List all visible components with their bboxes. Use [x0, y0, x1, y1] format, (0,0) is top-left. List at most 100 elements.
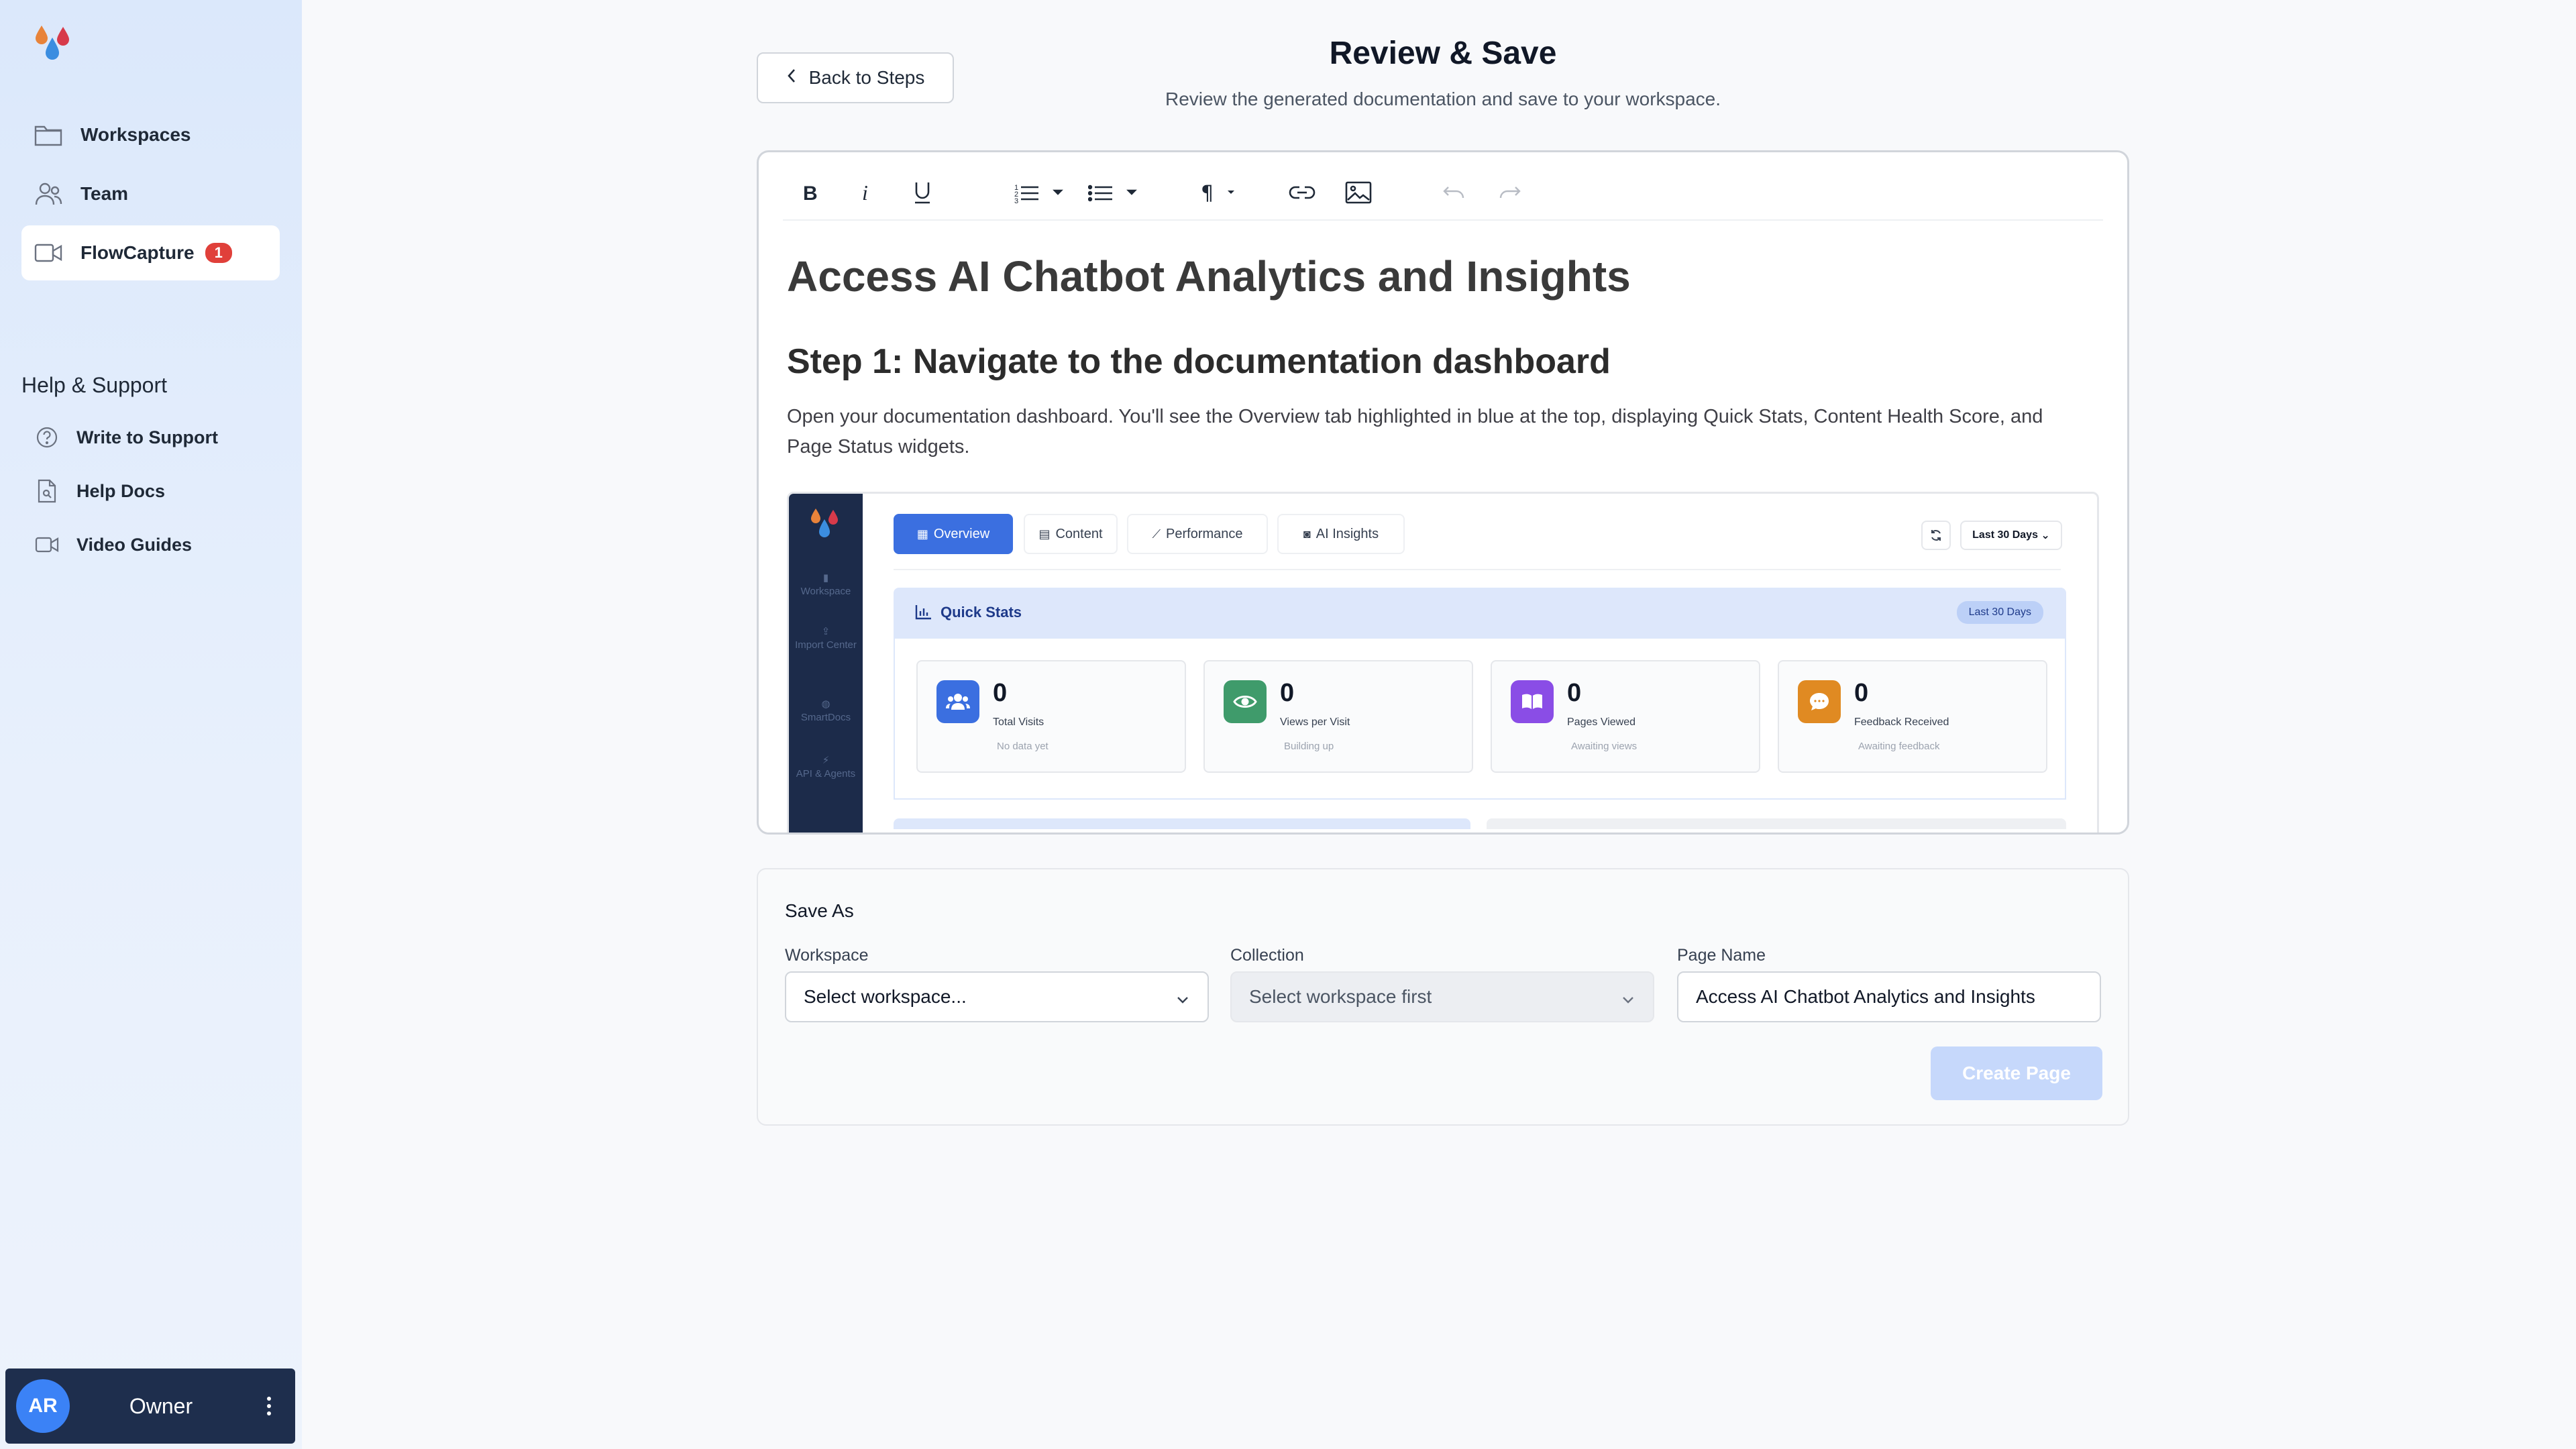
help-section-title: Help & Support	[21, 373, 168, 397]
editor-toolbar: B i 123 ¶	[783, 164, 2103, 221]
stat-label: Feedback Received	[1854, 716, 1949, 728]
undo-icon[interactable]	[1435, 174, 1472, 211]
collection-select-value: Select workspace first	[1249, 986, 1432, 1007]
page-name-input[interactable]: Access AI Chatbot Analytics and Insights	[1677, 971, 2101, 1022]
stat-card-feedback-received: 0 Feedback Received Awaiting feedback	[1778, 660, 2047, 773]
svg-text:B: B	[803, 182, 818, 203]
stat-card-pages-viewed: 0 Pages Viewed Awaiting views	[1491, 660, 1760, 773]
page-subtitle: Review the generated documentation and s…	[1165, 89, 1721, 109]
sidebar: Workspaces Team FlowCapture 1 Help & Sup…	[0, 0, 302, 1449]
quick-stats-header: Quick Stats Last 30 Days	[894, 588, 2066, 639]
notification-badge: 1	[205, 243, 232, 263]
date-range-dropdown: Last 30 Days ⌄	[1960, 521, 2062, 550]
sidebar-item-team[interactable]: Team	[21, 166, 280, 221]
user-profile-bar[interactable]: AR Owner	[5, 1368, 295, 1444]
help-item-label: Write to Support	[76, 427, 218, 447]
svg-text:3: 3	[1014, 197, 1018, 203]
page-name-label: Page Name	[1677, 946, 1766, 965]
bold-icon[interactable]: B	[791, 174, 828, 211]
document-icon: ▤	[1038, 527, 1051, 541]
stat-label: Total Visits	[993, 716, 1044, 728]
sidebar-nav: Workspaces Team FlowCapture 1	[21, 107, 280, 284]
video-guides-link[interactable]: Video Guides	[21, 518, 280, 572]
collection-label: Collection	[1230, 946, 1304, 965]
stat-subtext: Building up	[1284, 741, 1334, 752]
app-logo[interactable]	[32, 23, 79, 66]
sidebar-item-label: Workspaces	[80, 124, 191, 145]
embedded-screenshot[interactable]: ▮ Workspace ⇪ Import Center ◍ SmartDocs ⚡ AP…	[787, 492, 2099, 833]
svg-text:i: i	[862, 182, 868, 203]
chart-icon: ⟋	[1152, 527, 1161, 541]
more-options-icon[interactable]	[252, 1397, 286, 1415]
workspace-select[interactable]: Select workspace...	[785, 971, 1209, 1022]
divider	[894, 569, 2061, 570]
users-icon	[936, 680, 979, 723]
doc-heading-2: Step 1: Navigate to the documentation da…	[787, 342, 1611, 381]
robot-icon: ◙	[1303, 527, 1311, 541]
grid-icon: ▦	[916, 527, 928, 541]
collection-select[interactable]: Select workspace first	[1230, 971, 1654, 1022]
stat-value: 0	[1567, 679, 1582, 707]
screenshot-side-item: ⇪ Import Center	[795, 626, 857, 651]
bar-chart-icon	[915, 604, 932, 623]
question-circle-icon	[34, 424, 60, 451]
doc-heading-1: Access AI Chatbot Analytics and Insights	[787, 252, 1631, 301]
save-as-title: Save As	[785, 900, 854, 921]
sidebar-item-workspaces[interactable]: Workspaces	[21, 107, 280, 162]
link-icon[interactable]	[1283, 174, 1321, 211]
redo-icon[interactable]	[1491, 174, 1529, 211]
avatar: AR	[16, 1379, 70, 1433]
underline-icon[interactable]	[904, 174, 941, 211]
eye-icon	[1224, 680, 1267, 723]
document-content[interactable]: Access AI Chatbot Analytics and Insights…	[787, 246, 2099, 462]
tab-ai-insights: ◙ AI Insights	[1277, 514, 1405, 554]
paragraph-icon[interactable]: ¶	[1199, 174, 1246, 211]
quick-stats-badge: Last 30 Days	[1956, 601, 2043, 624]
help-item-label: Video Guides	[76, 534, 193, 555]
sidebar-item-label: FlowCapture	[80, 242, 195, 263]
tab-overview: ▦ Overview	[894, 514, 1013, 554]
users-icon	[34, 179, 63, 209]
workspace-select-value: Select workspace...	[804, 986, 967, 1007]
video-icon	[34, 531, 60, 558]
app-logo	[811, 508, 838, 537]
image-icon[interactable]	[1340, 174, 1377, 211]
bullet-list-icon[interactable]	[1085, 174, 1145, 211]
rich-text-editor[interactable]: B i 123 ¶ Access AI Chatbot Analytics an…	[757, 150, 2129, 835]
stat-subtext: Awaiting feedback	[1858, 741, 1940, 752]
stat-card-total-visits: 0 Total Visits No data yet	[916, 660, 1186, 773]
widget-strip	[1487, 818, 2066, 829]
book-icon	[1511, 680, 1554, 723]
sidebar-item-label: Team	[80, 183, 129, 204]
workspace-label: Workspace	[785, 946, 869, 965]
italic-icon[interactable]: i	[847, 174, 885, 211]
chat-bubble-icon	[1798, 680, 1841, 723]
help-docs-link[interactable]: Help Docs	[21, 464, 280, 518]
refresh-icon	[1921, 521, 1951, 550]
doc-paragraph: Open your documentation dashboard. You'l…	[787, 406, 2043, 458]
save-as-panel: Save As Workspace Select workspace... Co…	[757, 868, 2129, 1126]
tab-performance: ⟋ Performance	[1127, 514, 1268, 554]
help-item-label: Help Docs	[76, 480, 166, 501]
widget-strip	[894, 818, 1470, 829]
stat-card-views-per-visit: 0 Views per Visit Building up	[1203, 660, 1473, 773]
screenshot-side-item: ◍ SmartDocs	[800, 698, 851, 723]
page-name-value: Access AI Chatbot Analytics and Insights	[1696, 986, 2035, 1007]
write-to-support-link[interactable]: Write to Support	[21, 411, 280, 464]
svg-text:¶: ¶	[1201, 182, 1214, 203]
chevron-down-icon	[1175, 990, 1190, 1012]
help-nav: Write to Support Help Docs Video Guides	[21, 411, 280, 572]
ordered-list-icon[interactable]: 123	[1011, 174, 1071, 211]
stat-value: 0	[1854, 679, 1869, 707]
create-page-button[interactable]: Create Page	[1931, 1046, 2102, 1100]
document-icon	[34, 478, 60, 504]
screenshot-side-item: ⚡ API & Agents	[796, 755, 856, 780]
tab-content: ▤ Content	[1024, 514, 1118, 554]
stat-label: Pages Viewed	[1567, 716, 1635, 728]
stat-value: 0	[1280, 679, 1295, 707]
stat-value: 0	[993, 679, 1008, 707]
chevron-down-icon	[1621, 990, 1635, 1012]
screenshot-sidebar: ▮ Workspace ⇪ Import Center ◍ SmartDocs ⚡ AP…	[789, 494, 863, 833]
stat-subtext: No data yet	[997, 741, 1049, 752]
sidebar-item-flowcapture[interactable]: FlowCapture 1	[21, 225, 280, 280]
